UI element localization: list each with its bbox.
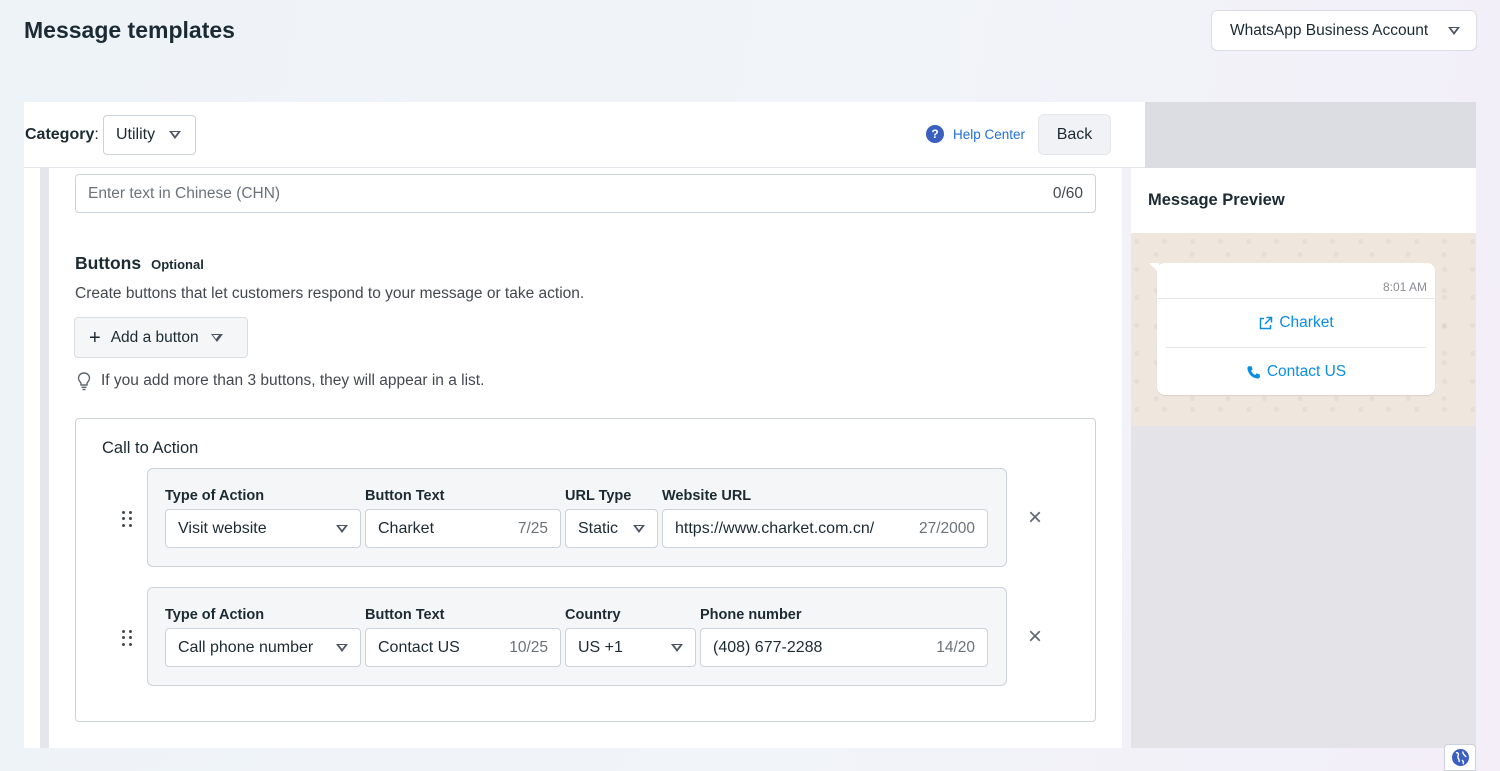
type-of-action-value: Call phone number <box>178 638 314 656</box>
preview-button-website-label: Charket <box>1279 314 1334 331</box>
buttons-description: Create buttons that let customers respon… <box>75 285 585 302</box>
buttons-hint: If you add more than 3 buttons, they wil… <box>75 371 484 391</box>
country-value: US +1 <box>578 638 623 656</box>
action-row-website: Type of Action Button Text URL Type Webs… <box>147 468 1007 567</box>
language-globe-button[interactable] <box>1444 744 1476 771</box>
preview-button-website[interactable]: Charket <box>1157 314 1435 332</box>
website-url-input[interactable]: https://www.charket.com.cn/ 27/2000 <box>662 509 988 548</box>
chevron-down-icon <box>336 643 348 652</box>
country-select[interactable]: US +1 <box>565 628 696 667</box>
button-text-input[interactable]: Contact US 10/25 <box>365 628 561 667</box>
footer-char-counter: 0/60 <box>1052 184 1083 202</box>
add-button-dropdown[interactable]: + Add a button <box>74 317 248 358</box>
external-link-icon <box>1260 316 1273 329</box>
footer-text-input[interactable]: Enter text in Chinese (CHN) 0/60 <box>75 174 1096 213</box>
chevron-down-icon <box>169 131 181 139</box>
template-header-bar: Category: Utility ? Help Center Back <box>24 102 1145 168</box>
action-row-phone: Type of Action Button Text Country Phone… <box>147 587 1007 686</box>
drag-handle-icon[interactable] <box>122 511 134 527</box>
help-icon: ? <box>926 125 944 143</box>
optional-tag: Optional <box>151 257 204 272</box>
chat-background: 8:01 AM Charket Contact US <box>1131 233 1476 426</box>
type-of-action-select[interactable]: Visit website <box>165 509 361 548</box>
remove-button-icon[interactable]: × <box>1028 625 1042 649</box>
phone-number-input[interactable]: (408) 677-2288 14/20 <box>700 628 988 667</box>
url-type-label: URL Type <box>565 488 632 504</box>
category-value: Utility <box>116 126 156 143</box>
preview-header-spacer <box>1145 102 1476 168</box>
phone-icon <box>1247 365 1260 379</box>
chevron-down-icon <box>633 524 645 533</box>
button-text-label: Button Text <box>365 488 445 504</box>
buttons-heading: Buttons Optional <box>75 253 204 273</box>
phone-number-label: Phone number <box>700 607 802 623</box>
template-editor: Enter text in Chinese (CHN) 0/60 Buttons… <box>24 168 1122 748</box>
url-type-select[interactable]: Static <box>565 509 658 548</box>
lightbulb-icon <box>77 372 91 391</box>
button-text-value: Charket <box>378 519 435 537</box>
buttons-hint-text: If you add more than 3 buttons, they wil… <box>101 372 485 389</box>
chevron-down-icon <box>1448 26 1460 35</box>
section-rail <box>40 168 49 748</box>
message-preview-title: Message Preview <box>1131 168 1476 233</box>
message-bubble: 8:01 AM Charket Contact US <box>1149 263 1435 395</box>
message-time: 8:01 AM <box>1382 280 1427 294</box>
bubble-divider <box>1166 347 1426 348</box>
country-label: Country <box>565 607 621 623</box>
page-title: Message templates <box>24 17 235 43</box>
type-of-action-select[interactable]: Call phone number <box>165 628 361 667</box>
button-text-value: Contact US <box>378 638 460 656</box>
button-text-input[interactable]: Charket 7/25 <box>365 509 561 548</box>
chevron-down-icon <box>336 524 348 533</box>
website-url-counter: 27/2000 <box>918 519 975 537</box>
call-to-action-group: Call to Action Type of Action Button Tex… <box>75 418 1096 722</box>
type-of-action-label: Type of Action <box>165 488 265 504</box>
globe-icon <box>1451 749 1469 766</box>
help-center-link[interactable]: ? Help Center <box>926 125 1025 143</box>
account-selector[interactable]: WhatsApp Business Account <box>1211 10 1477 51</box>
chevron-down-icon <box>671 643 683 652</box>
url-type-value: Static <box>578 519 619 537</box>
phone-number-value: (408) 677-2288 <box>713 638 823 656</box>
type-of-action-label: Type of Action <box>165 607 265 623</box>
chevron-down-icon <box>210 333 223 342</box>
phone-number-counter: 14/20 <box>936 638 975 656</box>
message-preview-panel: Message Preview 8:01 AM Charket Contact … <box>1131 168 1476 748</box>
button-text-counter: 7/25 <box>517 519 548 537</box>
button-text-label: Button Text <box>365 607 445 623</box>
plus-icon: + <box>89 326 101 349</box>
type-of-action-value: Visit website <box>178 519 267 537</box>
website-url-value: https://www.charket.com.cn/ <box>675 519 875 537</box>
button-text-counter: 10/25 <box>509 638 548 656</box>
preview-button-phone[interactable]: Contact US <box>1157 363 1435 381</box>
category-select[interactable]: Utility <box>103 115 196 155</box>
remove-button-icon[interactable]: × <box>1028 506 1042 530</box>
help-center-label: Help Center <box>953 126 1026 142</box>
account-selector-label: WhatsApp Business Account <box>1230 21 1429 39</box>
category-label: Category: <box>25 126 99 143</box>
footer-text-placeholder: Enter text in Chinese (CHN) <box>88 184 281 202</box>
bubble-divider <box>1157 298 1435 299</box>
website-url-label: Website URL <box>662 488 752 504</box>
call-to-action-title: Call to Action <box>102 439 199 457</box>
add-button-label: Add a button <box>110 328 199 346</box>
back-button[interactable]: Back <box>1038 114 1111 155</box>
preview-button-phone-label: Contact US <box>1266 363 1347 380</box>
drag-handle-icon[interactable] <box>122 630 134 646</box>
